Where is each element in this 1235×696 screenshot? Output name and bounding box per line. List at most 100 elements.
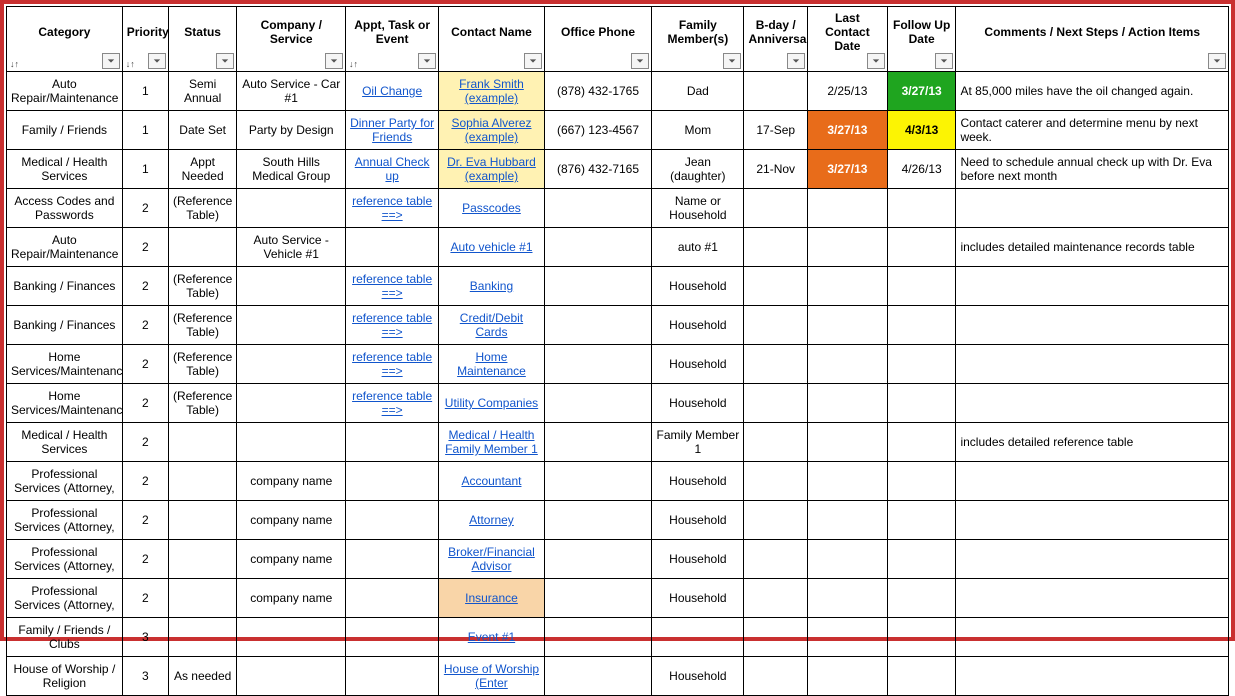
- cell-link[interactable]: Credit/Debit Cards: [460, 311, 523, 339]
- table-cell[interactable]: Household: [652, 267, 744, 306]
- table-cell[interactable]: [956, 189, 1229, 228]
- table-cell[interactable]: Oil Change: [346, 72, 439, 111]
- table-cell[interactable]: [887, 579, 956, 618]
- table-cell[interactable]: [807, 657, 887, 696]
- cell-link[interactable]: reference table ==>: [352, 272, 432, 300]
- table-cell[interactable]: Medical / Health Services: [7, 423, 123, 462]
- table-cell[interactable]: 4/26/13: [887, 150, 956, 189]
- table-cell[interactable]: [956, 267, 1229, 306]
- table-cell[interactable]: [807, 423, 887, 462]
- table-cell[interactable]: 1: [122, 150, 168, 189]
- table-cell[interactable]: [544, 423, 652, 462]
- table-cell[interactable]: Home Services/Maintenance: [7, 384, 123, 423]
- table-cell[interactable]: [544, 501, 652, 540]
- table-cell[interactable]: 2: [122, 345, 168, 384]
- table-cell[interactable]: [544, 462, 652, 501]
- table-cell[interactable]: [544, 540, 652, 579]
- table-cell[interactable]: Family / Friends: [7, 111, 123, 150]
- table-cell[interactable]: 3/27/13: [807, 150, 887, 189]
- table-cell[interactable]: [744, 618, 808, 657]
- cell-link[interactable]: Annual Check up: [355, 155, 430, 183]
- sort-indicator-icon[interactable]: ↓↑: [349, 59, 358, 69]
- table-cell[interactable]: [237, 423, 346, 462]
- table-cell[interactable]: 3/27/13: [887, 72, 956, 111]
- table-cell[interactable]: [346, 657, 439, 696]
- table-cell[interactable]: 3: [122, 657, 168, 696]
- cell-link[interactable]: Medical / Health Family Member 1: [445, 428, 538, 456]
- table-cell[interactable]: 3: [122, 618, 168, 657]
- table-cell[interactable]: Passcodes: [439, 189, 545, 228]
- table-cell[interactable]: Semi Annual: [168, 72, 237, 111]
- table-cell[interactable]: [807, 345, 887, 384]
- table-cell[interactable]: Event #1: [439, 618, 545, 657]
- table-cell[interactable]: (878) 432-1765: [544, 72, 652, 111]
- table-cell[interactable]: Professional Services (Attorney,: [7, 501, 123, 540]
- table-cell[interactable]: Sophia Alverez (example): [439, 111, 545, 150]
- cell-link[interactable]: Auto vehicle #1: [450, 240, 532, 254]
- table-cell[interactable]: Family Member 1: [652, 423, 744, 462]
- table-cell[interactable]: reference table ==>: [346, 384, 439, 423]
- filter-dropdown-icon[interactable]: [723, 53, 741, 69]
- filter-dropdown-icon[interactable]: [631, 53, 649, 69]
- table-cell[interactable]: [237, 267, 346, 306]
- table-cell[interactable]: [744, 267, 808, 306]
- table-cell[interactable]: Household: [652, 540, 744, 579]
- table-cell[interactable]: Banking: [439, 267, 545, 306]
- table-cell[interactable]: company name: [237, 540, 346, 579]
- table-cell[interactable]: Banking / Finances: [7, 306, 123, 345]
- cell-link[interactable]: Utility Companies: [445, 396, 538, 410]
- table-cell[interactable]: [744, 306, 808, 345]
- table-cell[interactable]: reference table ==>: [346, 306, 439, 345]
- table-cell[interactable]: [544, 345, 652, 384]
- table-cell[interactable]: 2: [122, 501, 168, 540]
- table-cell[interactable]: 4/3/13: [887, 111, 956, 150]
- cell-link[interactable]: reference table ==>: [352, 311, 432, 339]
- table-cell[interactable]: [744, 657, 808, 696]
- table-cell[interactable]: Date Set: [168, 111, 237, 150]
- table-cell[interactable]: company name: [237, 501, 346, 540]
- table-cell[interactable]: House of Worship (Enter: [439, 657, 545, 696]
- table-cell[interactable]: [956, 384, 1229, 423]
- table-cell[interactable]: Auto Service - Vehicle #1: [237, 228, 346, 267]
- table-cell[interactable]: 1: [122, 111, 168, 150]
- table-cell[interactable]: [744, 462, 808, 501]
- table-cell[interactable]: [168, 462, 237, 501]
- table-cell[interactable]: [168, 501, 237, 540]
- cell-link[interactable]: Frank Smith (example): [459, 77, 524, 105]
- table-cell[interactable]: Utility Companies: [439, 384, 545, 423]
- table-cell[interactable]: Professional Services (Attorney,: [7, 579, 123, 618]
- sort-indicator-icon[interactable]: ↓↑: [10, 59, 19, 69]
- column-header[interactable]: Category↓↑: [7, 7, 123, 72]
- table-cell[interactable]: Appt Needed: [168, 150, 237, 189]
- table-cell[interactable]: Household: [652, 657, 744, 696]
- table-cell[interactable]: [544, 618, 652, 657]
- table-cell[interactable]: (Reference Table): [168, 306, 237, 345]
- table-cell[interactable]: [956, 657, 1229, 696]
- table-cell[interactable]: Household: [652, 501, 744, 540]
- table-cell[interactable]: 21-Nov: [744, 150, 808, 189]
- table-cell[interactable]: 2/25/13: [807, 72, 887, 111]
- column-header[interactable]: Appt, Task or Event↓↑: [346, 7, 439, 72]
- table-cell[interactable]: (Reference Table): [168, 267, 237, 306]
- table-cell[interactable]: Family / Friends / Clubs: [7, 618, 123, 657]
- column-header[interactable]: Contact Name: [439, 7, 545, 72]
- table-cell[interactable]: Party by Design: [237, 111, 346, 150]
- table-cell[interactable]: [887, 501, 956, 540]
- table-cell[interactable]: reference table ==>: [346, 267, 439, 306]
- column-header[interactable]: Family Member(s): [652, 7, 744, 72]
- table-cell[interactable]: Access Codes and Passwords: [7, 189, 123, 228]
- table-cell[interactable]: [887, 267, 956, 306]
- table-cell[interactable]: Professional Services (Attorney,: [7, 540, 123, 579]
- table-cell[interactable]: Household: [652, 306, 744, 345]
- cell-link[interactable]: Accountant: [461, 474, 521, 488]
- table-cell[interactable]: (Reference Table): [168, 345, 237, 384]
- filter-dropdown-icon[interactable]: [524, 53, 542, 69]
- filter-dropdown-icon[interactable]: [216, 53, 234, 69]
- table-cell[interactable]: Auto Service - Car #1: [237, 72, 346, 111]
- table-cell[interactable]: [807, 501, 887, 540]
- table-cell[interactable]: [807, 462, 887, 501]
- table-cell[interactable]: [807, 189, 887, 228]
- table-cell[interactable]: [237, 345, 346, 384]
- cell-link[interactable]: Dinner Party for Friends: [350, 116, 434, 144]
- table-cell[interactable]: Credit/Debit Cards: [439, 306, 545, 345]
